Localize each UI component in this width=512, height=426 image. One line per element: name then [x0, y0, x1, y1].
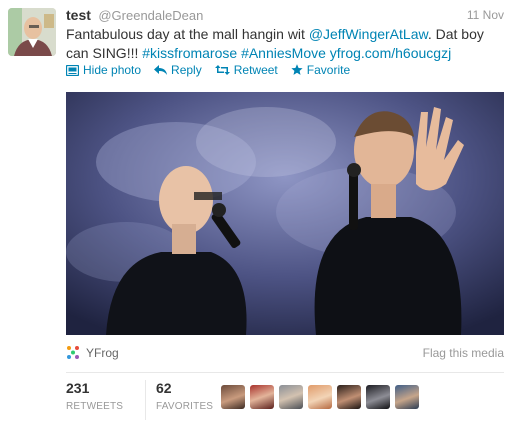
retweet-icon: [214, 65, 230, 75]
favorite-label: Favorite: [306, 63, 351, 77]
tweet-timestamp[interactable]: 11 Nov: [467, 8, 504, 22]
favoriter-avatar[interactable]: [279, 385, 303, 409]
tweet-stats: 231 RETWEETS 62 FAVORITES: [66, 380, 235, 420]
tweet-avatar[interactable]: [8, 8, 56, 56]
reply-button[interactable]: Reply: [154, 63, 202, 77]
hide-photo-label: Hide photo: [83, 63, 142, 77]
stats-divider: [66, 372, 504, 373]
retweets-count: 231: [66, 380, 90, 396]
favoriter-avatar[interactable]: [395, 385, 419, 409]
media-provider-label: YFrog: [86, 345, 119, 360]
retweets-label: RETWEETS: [66, 401, 124, 412]
favorite-button[interactable]: Favorite: [291, 63, 350, 77]
retweets-stat[interactable]: 231 RETWEETS: [66, 380, 145, 420]
star-icon: [291, 64, 303, 75]
favoriter-avatar[interactable]: [366, 385, 390, 409]
hashtag-link[interactable]: #kissfromarose: [142, 45, 237, 61]
mention-link[interactable]: @JeffWingerAtLaw: [309, 26, 428, 42]
hashtag-link[interactable]: #AnniesMove: [241, 45, 326, 61]
tweet-actions: Hide photo Reply Retweet Favorite: [66, 63, 350, 77]
photo-image: [66, 92, 504, 335]
favoriter-avatar[interactable]: [250, 385, 274, 409]
hide-photo-button[interactable]: Hide photo: [66, 63, 141, 77]
url-link[interactable]: yfrog.com/h6oucgzj: [330, 45, 451, 61]
yfrog-icon: [67, 346, 79, 359]
photo-icon: [66, 64, 79, 76]
tweet-header: test @GreendaleDean 11 Nov: [66, 7, 504, 25]
retweet-label: Retweet: [233, 63, 278, 77]
stat-separator: [145, 380, 146, 420]
display-name[interactable]: test: [66, 7, 91, 23]
tweet-text-part: Fantabulous day at the mall hangin wit: [66, 26, 309, 42]
flag-media-link[interactable]: Flag this media: [423, 346, 504, 360]
screen-name[interactable]: @GreendaleDean: [98, 8, 203, 23]
reply-label: Reply: [171, 63, 202, 77]
retweet-button[interactable]: Retweet: [214, 63, 278, 77]
tweet-text: Fantabulous day at the mall hangin wit @…: [66, 25, 506, 63]
favoriter-avatar[interactable]: [308, 385, 332, 409]
favoriter-avatar[interactable]: [337, 385, 361, 409]
avatar-image: [8, 8, 56, 56]
favoriter-avatars: [221, 385, 419, 409]
media-footer: YFrog Flag this media: [66, 343, 504, 363]
media-provider[interactable]: YFrog: [66, 345, 119, 360]
favoriter-avatar[interactable]: [221, 385, 245, 409]
tweet-photo[interactable]: [66, 92, 504, 335]
reply-icon: [154, 65, 168, 75]
